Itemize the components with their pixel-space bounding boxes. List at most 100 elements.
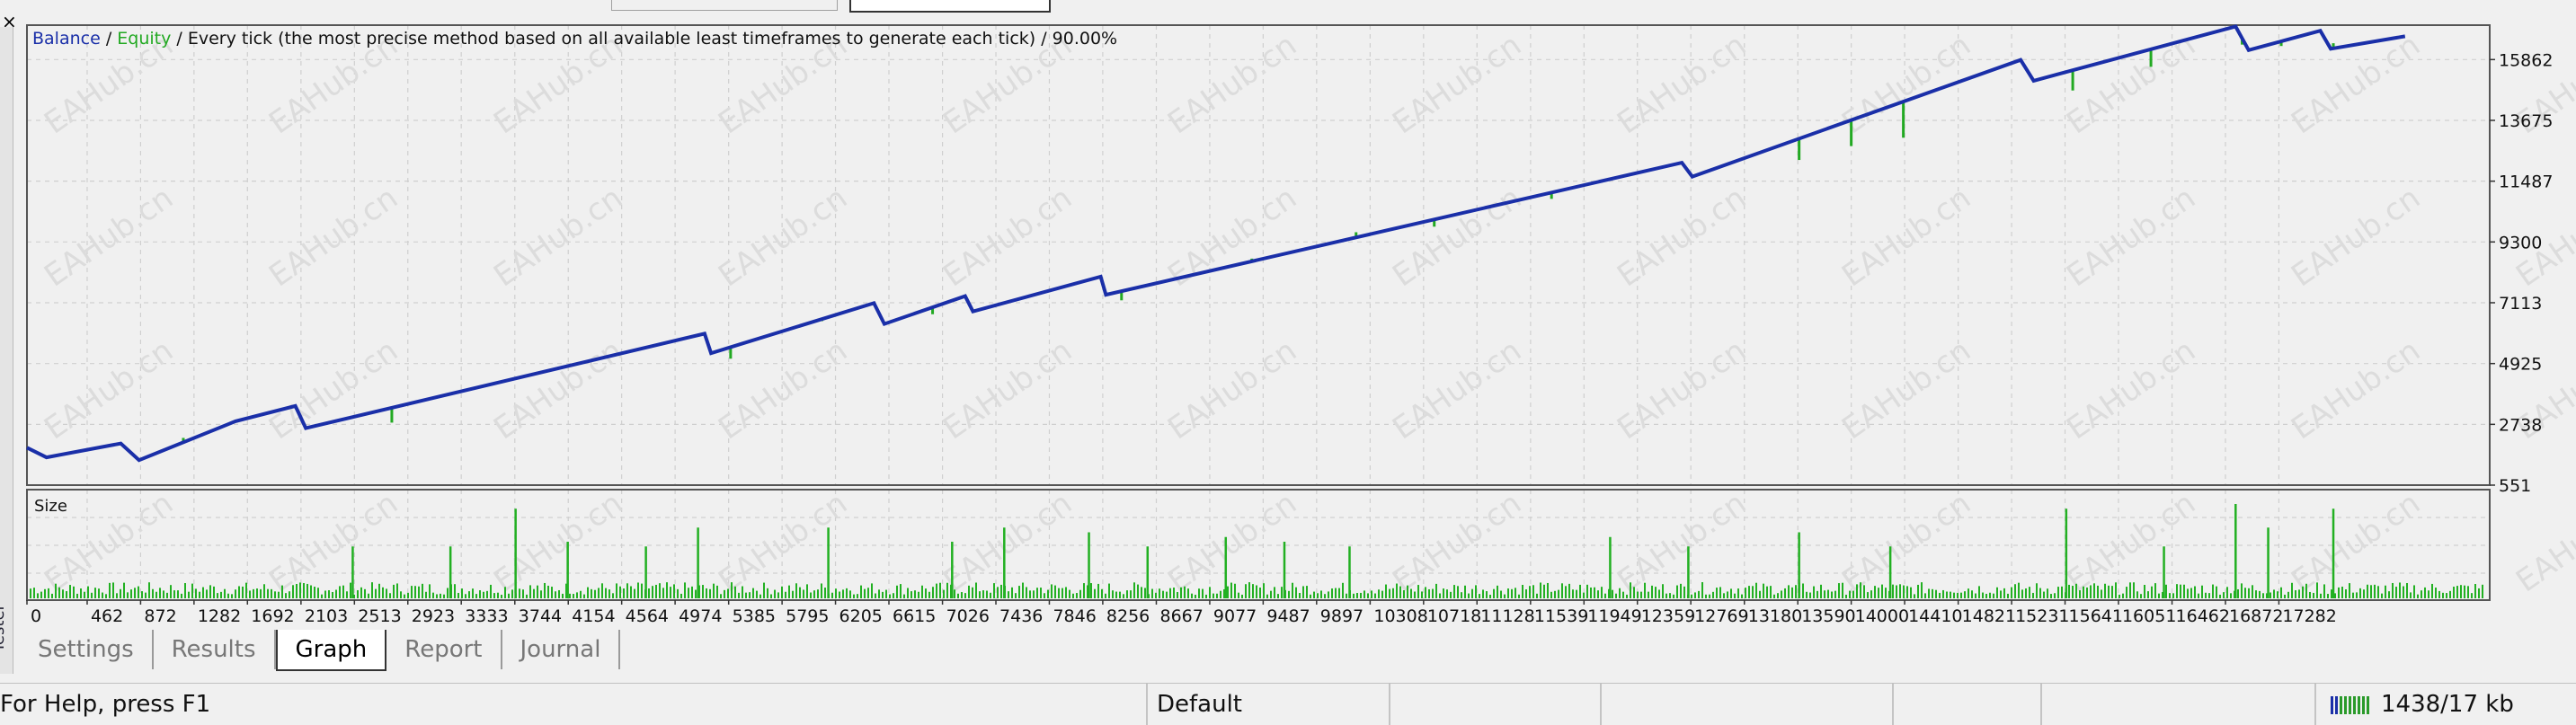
tab-journal[interactable]: Journal (502, 630, 621, 669)
x-tick-label: 10308 (1373, 606, 1427, 626)
watermark-text: EAHub.cn (1161, 27, 1303, 141)
x-tick-label: 17282 (2282, 606, 2336, 626)
x-tick-label: 4564 (626, 606, 669, 626)
x-tick-label: 2923 (412, 606, 455, 626)
x-tick-label: 7026 (946, 606, 990, 626)
status-cell-4 (1600, 684, 1892, 725)
y-tick-label: 11487 (2499, 172, 2553, 192)
x-tick-label: 11128 (1480, 606, 1534, 626)
x-tick-label: 14410 (1908, 606, 1962, 626)
watermark-text: EAHub.cn (262, 332, 404, 446)
y-tick-label: 551 (2499, 476, 2531, 496)
x-tick-label: 14000 (1855, 606, 1909, 626)
x-tick-label: 11949 (1587, 606, 1641, 626)
watermark-text: EAHub.cn (2285, 485, 2427, 599)
x-tick-label: 15641 (2069, 606, 2123, 626)
tester-tabs: Settings Results Graph Report Journal (20, 630, 621, 671)
watermark-text: EAHub.cn (2060, 27, 2202, 141)
watermark-text: EAHub.cn (1386, 180, 1528, 294)
watermark-text: EAHub.cn (262, 485, 404, 599)
x-tick-label: 8256 (1106, 606, 1150, 626)
watermark-text: EAHub.cn (2285, 180, 2427, 294)
watermark-text: EAHub.cn (1386, 332, 1528, 446)
x-tick-label: 9487 (1266, 606, 1310, 626)
x-tick-label: 16462 (2176, 606, 2230, 626)
x-tick-label: 1282 (198, 606, 241, 626)
status-bar: For Help, press F1 Default 1438/17 kb (0, 683, 2576, 725)
status-cell-5 (1892, 684, 2040, 725)
watermark-text: EAHub.cn (712, 180, 854, 294)
watermark-text: EAHub.cn (487, 332, 629, 446)
watermark-text: EAHub.cn (1611, 27, 1753, 141)
x-tick-label: 7436 (999, 606, 1043, 626)
chart-header: Balance / Equity / Every tick (the most … (32, 29, 1117, 49)
tab-report[interactable]: Report (386, 630, 502, 669)
watermark-text: EAHub.cn (262, 180, 404, 294)
status-connection: 1438/17 kb (2314, 684, 2576, 725)
status-cell-3 (1389, 684, 1600, 725)
x-tick-label: 6205 (839, 606, 883, 626)
watermark-text: EAHub.cn (487, 485, 629, 599)
tab-settings[interactable]: Settings (20, 630, 154, 669)
balance-legend-label: Balance (32, 29, 101, 49)
x-tick-label: 9077 (1213, 606, 1257, 626)
x-tick-label: 1692 (251, 606, 294, 626)
watermark-text: EAHub.cn (38, 180, 180, 294)
test-mode-description: / Every tick (the most precise method ba… (171, 29, 1117, 49)
watermark-text: EAHub.cn (1386, 485, 1528, 599)
watermark-text: EAHub.cn (1835, 485, 1977, 599)
size-panel-title: Size (34, 497, 67, 516)
x-tick-label: 10718 (1427, 606, 1481, 626)
y-tick-label: 2738 (2499, 415, 2542, 435)
traffic-readout: 1438/17 kb (2381, 691, 2514, 718)
watermark-text: EAHub.cn (38, 332, 180, 446)
x-tick-label: 0 (31, 606, 41, 626)
tab-graph[interactable]: Graph (275, 630, 387, 671)
y-tick-label: 15862 (2499, 50, 2553, 70)
x-tick-label: 8667 (1159, 606, 1203, 626)
x-tick-label: 16872 (2229, 606, 2283, 626)
watermark-text: EAHub.cn (2509, 485, 2576, 599)
watermark-text: EAHub.cn (1386, 27, 1528, 141)
watermark-text: EAHub.cn (1161, 332, 1303, 446)
x-tick-label: 6615 (893, 606, 936, 626)
y-tick-label: 7113 (2499, 294, 2542, 314)
watermark-text: EAHub.cn (487, 180, 629, 294)
watermark-text: EAHub.cn (2285, 332, 2427, 446)
x-tick-label: 5385 (733, 606, 776, 626)
x-axis-ticks: 0 462 872 1282 1692 2103 2513 2923 3333 3744 4154 4… (26, 600, 2337, 626)
watermark-text: EAHub.cn (712, 485, 854, 599)
watermark-layer: EAHub.cn EAHub.cn EAHub.cn EAHub.cn EAHub.cn… (38, 27, 2576, 599)
x-tick-label: 14821 (1962, 606, 2016, 626)
status-cell-6 (2040, 684, 2314, 725)
watermark-text: EAHub.cn (2060, 332, 2202, 446)
x-tick-label: 13590 (1801, 606, 1855, 626)
x-tick-label: 16051 (2122, 606, 2176, 626)
watermark-text: EAHub.cn (2060, 180, 2202, 294)
watermark-text: EAHub.cn (1611, 180, 1753, 294)
x-tick-label: 2103 (305, 606, 348, 626)
watermark-text: EAHub.cn (937, 180, 1079, 294)
x-tick-label: 462 (91, 606, 123, 626)
equity-legend-label: Equity (117, 29, 171, 49)
x-tick-label: 4974 (679, 606, 722, 626)
y-tick-label: 4925 (2499, 355, 2542, 375)
connection-bars-icon (2331, 695, 2369, 714)
x-tick-label: 15231 (2015, 606, 2069, 626)
watermark-text: EAHub.cn (937, 332, 1079, 446)
watermark-text: EAHub.cn (1611, 332, 1753, 446)
x-tick-label: 13180 (1748, 606, 1802, 626)
watermark-text: EAHub.cn (1835, 332, 1977, 446)
x-tick-label: 11539 (1534, 606, 1588, 626)
x-tick-label: 5795 (786, 606, 829, 626)
x-tick-label: 3333 (465, 606, 508, 626)
tab-results[interactable]: Results (154, 630, 276, 669)
y-tick-label: 13675 (2499, 111, 2553, 131)
watermark-text: EAHub.cn (1611, 485, 1753, 599)
watermark-text: EAHub.cn (1161, 485, 1303, 599)
strategy-tester-graph: EAHub.cn EAHub.cn EAHub.cn EAHub.cn EAHub.cn… (26, 24, 2576, 626)
x-tick-label: 12769 (1694, 606, 1748, 626)
status-profile: Default (1146, 684, 1389, 725)
x-tick-label: 12359 (1641, 606, 1695, 626)
watermark-text: EAHub.cn (2060, 485, 2202, 599)
